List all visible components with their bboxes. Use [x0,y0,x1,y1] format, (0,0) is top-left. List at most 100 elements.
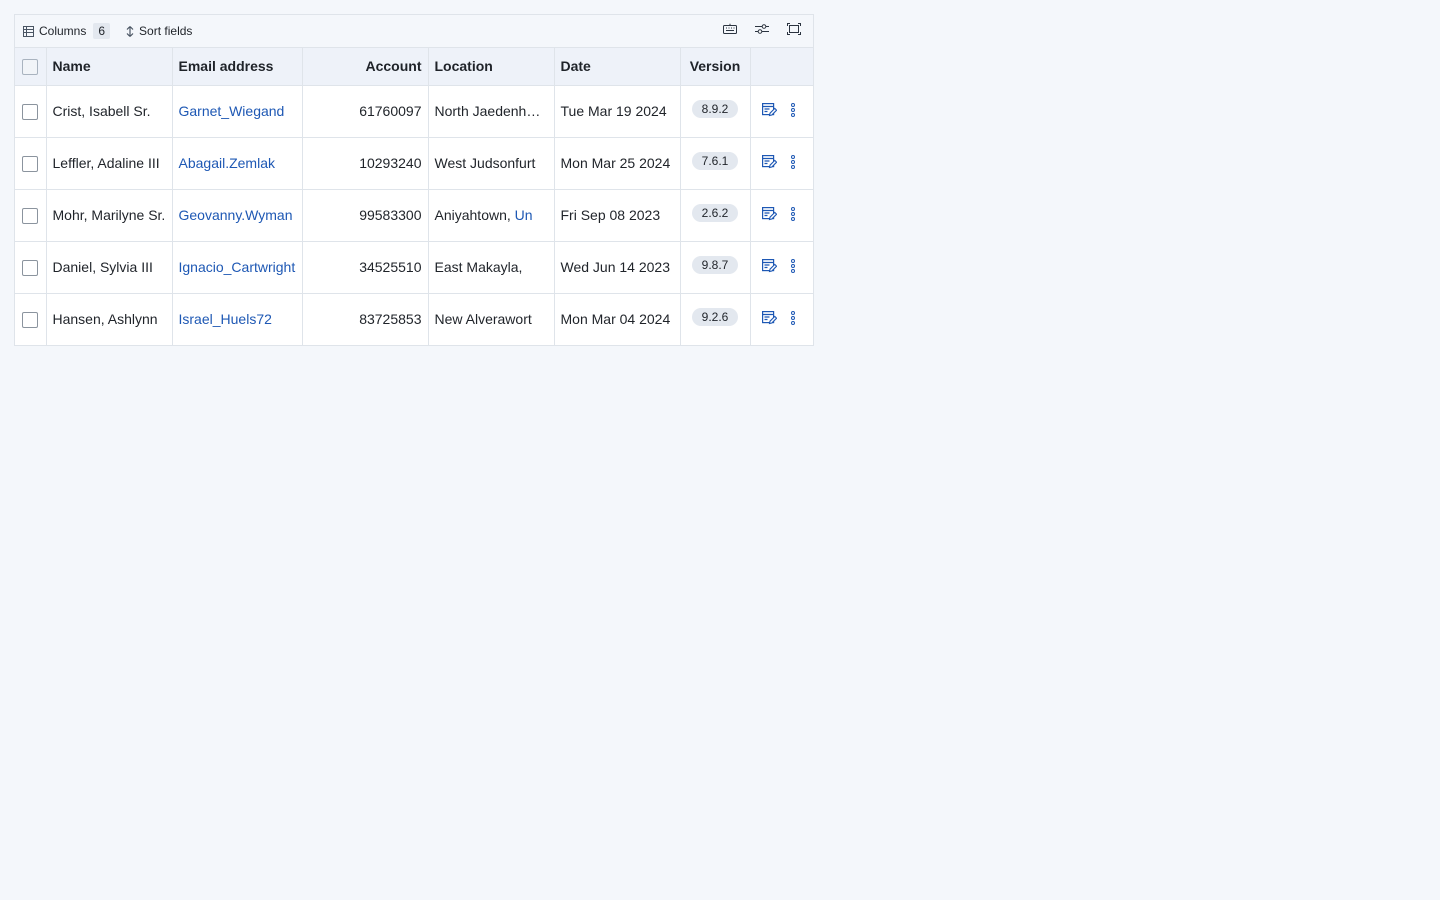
edit-icon [761,310,777,328]
columns-button[interactable]: Columns 6 [21,20,112,42]
sort-fields-label: Sort fields [139,24,193,38]
email-link[interactable]: Ignacio_Cartwright [179,259,296,275]
table-row[interactable]: Daniel, Sylvia III Ignacio_Cartwright 34… [15,241,813,294]
cell-account: 34525510 [302,241,429,294]
edit-icon [761,258,777,276]
cell-version: 9.2.6 [680,293,751,345]
cell-actions [750,241,813,294]
table-row[interactable]: Crist, Isabell Sr. Garnet_Wiegand 617600… [15,85,813,138]
sort-arrows-icon [126,25,134,37]
edit-icon [761,154,777,172]
data-table: Name Email address Account Location Date… [15,48,813,345]
cell-name: Daniel, Sylvia III [46,241,173,294]
version-badge: 7.6.1 [691,152,739,170]
row-select-cell [15,85,47,138]
cell-account: 61760097 [302,85,429,138]
row-menu-button[interactable] [790,154,795,172]
grid-toolbar: Columns 6 Sort fields [15,15,813,48]
more-vertical-icon [790,102,795,120]
row-checkbox[interactable] [22,155,39,172]
edit-icon [761,206,777,224]
cell-actions [750,189,813,242]
cell-actions [750,137,813,190]
more-vertical-icon [790,310,795,328]
row-select-cell [15,293,47,345]
row-menu-button[interactable] [790,206,795,224]
location-link[interactable]: Un [515,207,533,223]
column-header-date[interactable]: Date [554,48,681,86]
location-text: West Judsonfurt [434,155,536,171]
edit-row-button[interactable] [761,154,777,172]
cell-actions [750,293,813,345]
select-all-cell [15,48,47,86]
cell-location: New Alverawort [428,293,555,345]
fullscreen-icon [787,22,801,40]
column-header-location[interactable]: Location [428,48,555,86]
location-text: East Makayla, [434,259,523,275]
version-badge: 2.6.2 [691,204,739,222]
data-grid: Columns 6 Sort fields Name Email address… [14,14,814,346]
cell-name: Hansen, Ashlynn [46,293,173,345]
column-header-account[interactable]: Account [302,48,429,86]
row-menu-button[interactable] [790,102,795,120]
column-header-name[interactable]: Name [46,48,173,86]
column-header-actions [750,48,813,86]
row-select-cell [15,241,47,294]
cell-version: 8.9.2 [680,85,751,138]
cell-date: Wed Jun 14 2023 [554,241,681,294]
cell-location: East Makayla, [428,241,555,294]
cell-date: Tue Mar 19 2024 [554,85,681,138]
edit-row-button[interactable] [761,206,777,224]
table-columns-icon [23,25,34,37]
cell-account: 99583300 [302,189,429,242]
email-link[interactable]: Geovanny.Wyman [179,207,293,223]
cell-email: Ignacio_Cartwright [172,241,303,294]
version-badge: 9.2.6 [691,308,739,327]
cell-email: Garnet_Wiegand [172,85,303,138]
edit-row-button[interactable] [761,310,777,328]
select-all-checkbox[interactable] [22,58,39,75]
sort-fields-button[interactable]: Sort fields [124,20,194,42]
row-menu-button[interactable] [790,310,795,328]
row-checkbox[interactable] [22,311,39,328]
cell-version: 7.6.1 [680,137,751,190]
version-badge: 8.9.2 [691,100,739,118]
table-row[interactable]: Mohr, Marilyne Sr. Geovanny.Wyman 995833… [15,189,813,242]
row-checkbox[interactable] [22,103,39,120]
edit-row-button[interactable] [761,258,777,276]
cell-email: Geovanny.Wyman [172,189,303,242]
fullscreen-button[interactable] [781,18,807,44]
location-text: North Jaedenhaven [434,103,554,119]
location-text: Aniyahtown, [434,207,515,223]
cell-email: Israel_Huels72 [172,293,303,345]
cell-actions [750,85,813,138]
filter-settings-button[interactable] [749,18,775,44]
row-checkbox[interactable] [22,259,39,276]
email-link[interactable]: Israel_Huels72 [179,311,272,327]
cell-email: Abagail.Zemlak [172,137,303,190]
cell-location: West Judsonfurt [428,137,555,190]
cell-name: Mohr, Marilyne Sr. [46,189,173,242]
table-row[interactable]: Leffler, Adaline III Abagail.Zemlak 1029… [15,137,813,190]
more-vertical-icon [790,258,795,276]
email-link[interactable]: Abagail.Zemlak [179,155,276,171]
cell-date: Mon Mar 25 2024 [554,137,681,190]
column-header-version[interactable]: Version [680,48,751,86]
column-header-email[interactable]: Email address [172,48,303,86]
cell-account: 10293240 [302,137,429,190]
header-row: Name Email address Account Location Date… [15,48,813,86]
density-button[interactable] [717,18,743,44]
email-link[interactable]: Garnet_Wiegand [179,103,285,119]
table-row[interactable]: Hansen, Ashlynn Israel_Huels72 83725853 … [15,293,813,345]
more-vertical-icon [790,154,795,172]
cell-date: Fri Sep 08 2023 [554,189,681,242]
row-checkbox[interactable] [22,207,39,224]
cell-name: Crist, Isabell Sr. [46,85,173,138]
cell-account: 83725853 [302,293,429,345]
row-menu-button[interactable] [790,258,795,276]
cell-name: Leffler, Adaline III [46,137,173,190]
columns-label: Columns [39,24,87,38]
location-text: New Alverawort [434,311,532,328]
cell-version: 2.6.2 [680,189,751,242]
edit-row-button[interactable] [761,102,777,120]
